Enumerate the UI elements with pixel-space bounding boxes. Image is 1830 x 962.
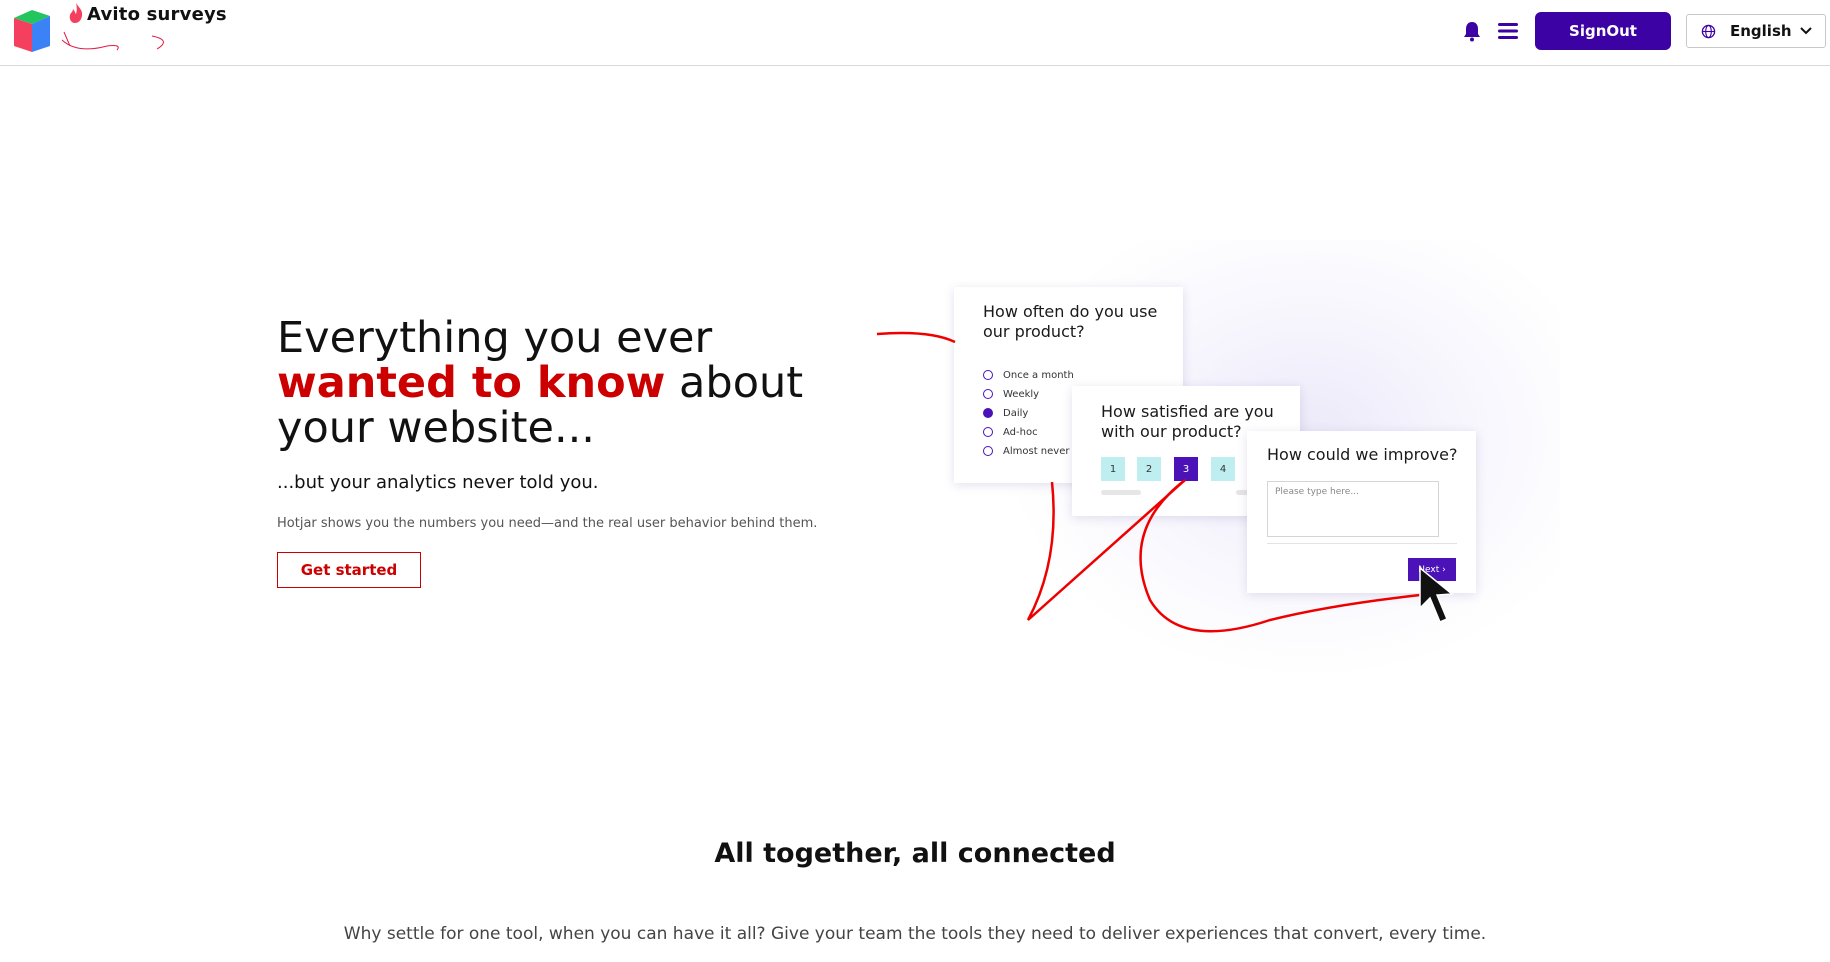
rating-button[interactable]: 4: [1211, 457, 1235, 481]
language-select[interactable]: English: [1686, 14, 1826, 48]
chevron-down-icon: [1800, 27, 1812, 35]
hero-subtitle: ...but your analytics never told you.: [277, 472, 599, 493]
signout-button[interactable]: SignOut: [1535, 12, 1671, 50]
flame-icon: [69, 3, 83, 23]
get-started-button[interactable]: Get started: [277, 552, 421, 588]
bell-icon[interactable]: [1462, 20, 1482, 42]
globe-icon: [1701, 24, 1716, 38]
section-description: Why settle for one tool, when you can ha…: [343, 924, 1487, 944]
survey-question: How often do you use our product?: [983, 302, 1158, 341]
top-navbar: Avito surveys SignOut English: [0, 0, 1830, 66]
survey-question: How could we improve?: [1267, 445, 1458, 464]
hero-title-highlight: wanted to know: [277, 358, 666, 408]
next-button[interactable]: Next ›: [1408, 558, 1456, 581]
language-label: English: [1730, 22, 1792, 40]
radio-option[interactable]: Ad-hoc: [983, 424, 1038, 440]
section-title: All together, all connected: [714, 838, 1116, 869]
rating-button[interactable]: 2: [1137, 457, 1161, 481]
rating-button[interactable]: 1: [1101, 457, 1125, 481]
hero-title: Everything you ever wanted to know about…: [277, 313, 804, 453]
hero-description: Hotjar shows you the numbers you need—an…: [277, 516, 818, 531]
placeholder-bar: [1101, 490, 1141, 495]
feedback-textarea[interactable]: Please type here...: [1267, 481, 1439, 537]
radio-option[interactable]: Once a month: [983, 367, 1074, 383]
radio-option-selected[interactable]: Daily: [983, 405, 1028, 421]
hamburger-menu-icon[interactable]: [1497, 21, 1519, 41]
radio-option[interactable]: Weekly: [983, 386, 1039, 402]
rating-button-selected[interactable]: 3: [1174, 457, 1198, 481]
radio-option[interactable]: Almost never: [983, 443, 1069, 459]
divider: [1267, 543, 1457, 544]
brand-name[interactable]: Avito surveys: [87, 4, 227, 25]
survey-card-feedback: How could we improve? Please type here..…: [1247, 431, 1476, 593]
